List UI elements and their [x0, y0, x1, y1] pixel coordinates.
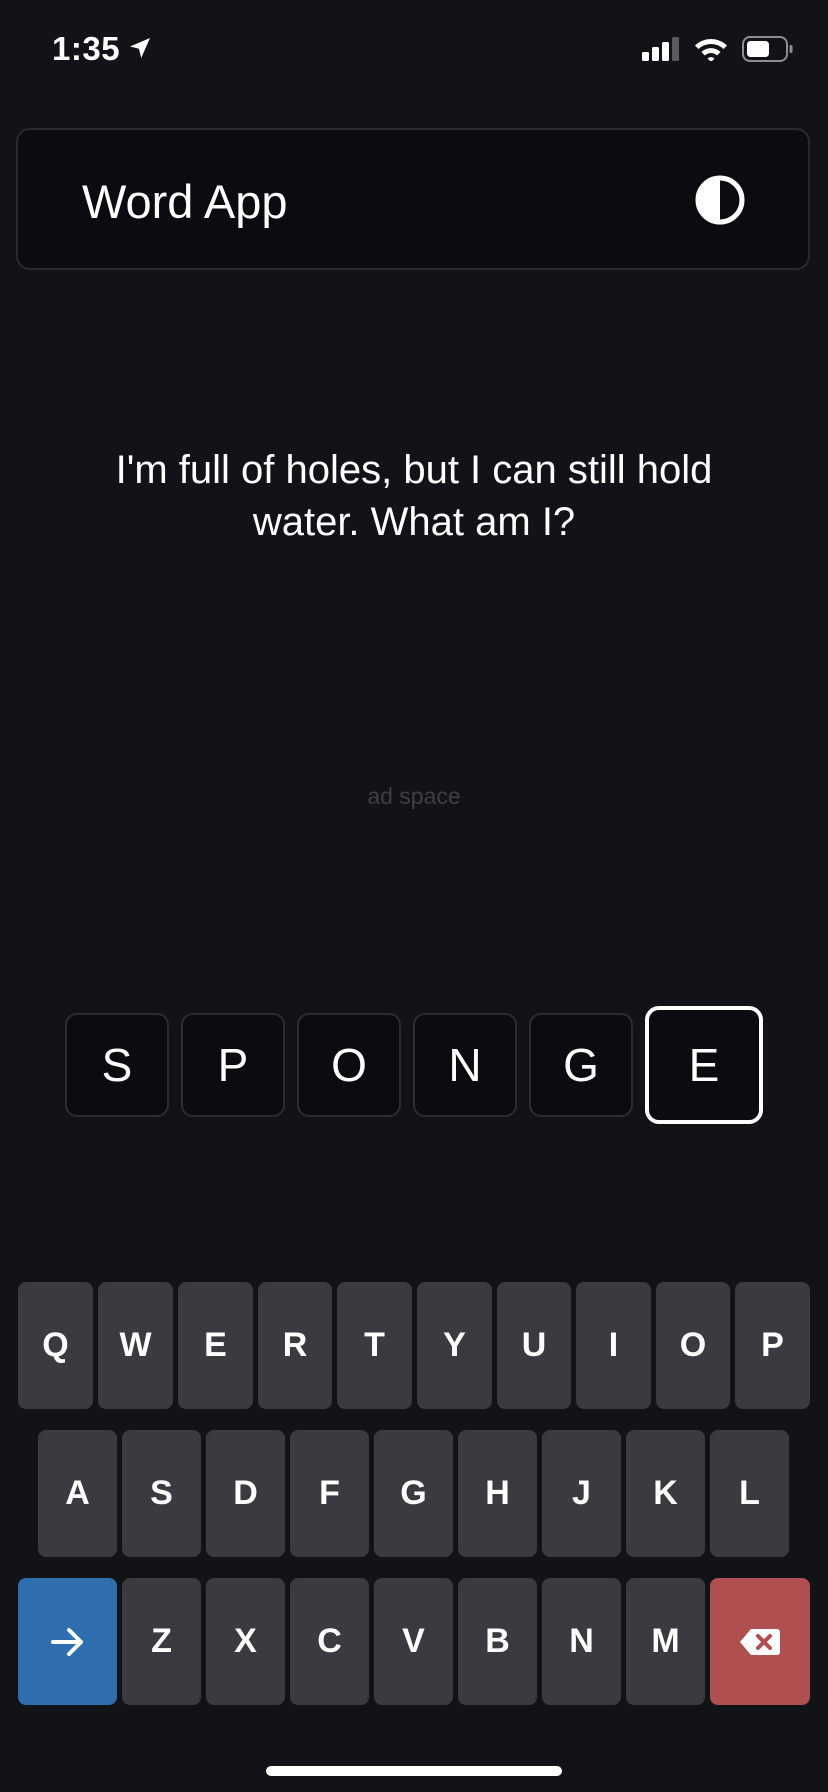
- answer-tile[interactable]: N: [413, 1013, 517, 1117]
- key-i[interactable]: I: [576, 1282, 651, 1409]
- answer-tile[interactable]: P: [181, 1013, 285, 1117]
- enter-key[interactable]: [18, 1578, 117, 1705]
- app-title: Word App: [82, 175, 288, 228]
- key-t[interactable]: T: [337, 1282, 412, 1409]
- key-n[interactable]: N: [542, 1578, 621, 1705]
- riddle-text: I'm full of holes, but I can still hold …: [115, 448, 713, 544]
- keyboard: Q W E R T Y U I O P A S D F G H J K L Z …: [0, 1280, 828, 1710]
- status-icons: [642, 36, 794, 67]
- arrow-right-icon: [50, 1627, 83, 1656]
- key-w[interactable]: W: [98, 1282, 173, 1409]
- key-l[interactable]: L: [710, 1430, 789, 1557]
- wifi-icon: [694, 37, 728, 66]
- status-time: 1:35: [52, 30, 121, 67]
- location-arrow-icon: [128, 30, 152, 68]
- key-z[interactable]: Z: [122, 1578, 201, 1705]
- app-header: Word App: [16, 128, 810, 270]
- key-c[interactable]: C: [290, 1578, 369, 1705]
- ad-space: ad space: [367, 783, 461, 809]
- answer-tile[interactable]: O: [297, 1013, 401, 1117]
- key-o[interactable]: O: [656, 1282, 730, 1409]
- key-j[interactable]: J: [542, 1430, 621, 1557]
- key-m[interactable]: M: [626, 1578, 705, 1705]
- cellular-signal-icon: [642, 37, 680, 66]
- status-time-group: 1:35: [52, 30, 152, 68]
- key-y[interactable]: Y: [417, 1282, 492, 1409]
- key-s[interactable]: S: [122, 1430, 201, 1557]
- answer-tile-active[interactable]: E: [645, 1006, 763, 1124]
- answer-tile[interactable]: S: [65, 1013, 169, 1117]
- contrast-icon[interactable]: [694, 174, 746, 226]
- battery-icon: [742, 36, 794, 67]
- key-k[interactable]: K: [626, 1430, 705, 1557]
- key-a[interactable]: A: [38, 1430, 117, 1557]
- key-h[interactable]: H: [458, 1430, 537, 1557]
- answer-tiles: S P O N G E: [0, 1006, 828, 1126]
- key-e[interactable]: E: [178, 1282, 253, 1409]
- key-v[interactable]: V: [374, 1578, 453, 1705]
- key-u[interactable]: U: [497, 1282, 571, 1409]
- key-g[interactable]: G: [374, 1430, 453, 1557]
- status-bar: 1:35: [0, 0, 828, 100]
- key-x[interactable]: X: [206, 1578, 285, 1705]
- key-f[interactable]: F: [290, 1430, 369, 1557]
- backspace-key[interactable]: [710, 1578, 810, 1705]
- home-indicator: [266, 1766, 562, 1776]
- key-q[interactable]: Q: [18, 1282, 93, 1409]
- key-b[interactable]: B: [458, 1578, 537, 1705]
- backspace-icon: [740, 1628, 780, 1655]
- answer-tile[interactable]: G: [529, 1013, 633, 1117]
- key-d[interactable]: D: [206, 1430, 285, 1557]
- key-p[interactable]: P: [735, 1282, 810, 1409]
- key-r[interactable]: R: [258, 1282, 332, 1409]
